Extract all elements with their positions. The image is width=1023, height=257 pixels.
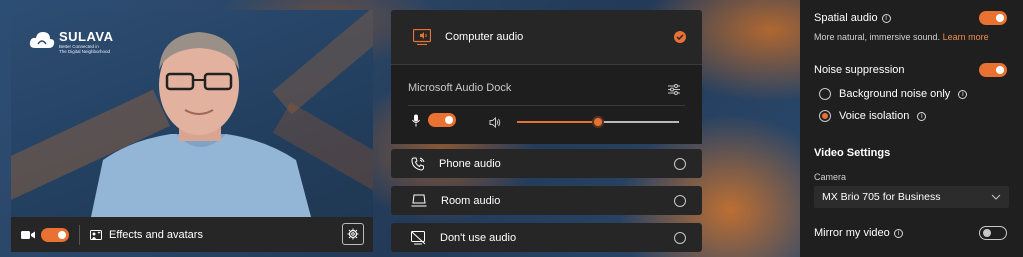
microphone-toggle[interactable]: [428, 113, 456, 127]
sulava-logo: SULAVA Better Connected in The Digital N…: [29, 30, 114, 54]
info-icon[interactable]: i: [893, 228, 903, 238]
device-settings-icon[interactable]: [668, 82, 680, 100]
computer-audio-icon: [413, 29, 431, 45]
mirror-video-row: Mirror my video i: [814, 226, 1007, 240]
camera-label: Camera: [814, 172, 847, 182]
video-settings-button[interactable]: [342, 223, 364, 245]
room-audio-option[interactable]: Room audio: [391, 186, 702, 215]
spatial-audio-toggle[interactable]: [979, 11, 1007, 25]
audio-device-panel: Microsoft Audio Dock: [391, 64, 702, 144]
effects-label: Effects and avatars: [109, 228, 203, 241]
speaker-icon: [489, 115, 501, 133]
info-icon[interactable]: i: [917, 111, 927, 121]
background-noise-radio[interactable]: [819, 88, 831, 100]
voice-isolation-option[interactable]: Voice isolation i: [819, 110, 927, 122]
speaker-volume-slider[interactable]: [517, 116, 679, 128]
computer-audio-card: Computer audio Microsoft Audio Dock: [391, 10, 702, 144]
cloud-logo-icon: [29, 32, 55, 48]
no-audio-icon: [411, 230, 426, 244]
background-noise-option[interactable]: Background noise only i: [819, 88, 968, 100]
logo-tagline: The Digital Neighborhood: [59, 49, 111, 54]
spatial-audio-row: Spatial audio i: [814, 11, 1007, 25]
computer-audio-label: Computer audio: [445, 31, 524, 43]
camera-select-value: MX Brio 705 for Business: [822, 191, 941, 203]
chevron-down-icon: [991, 194, 1001, 200]
slider-thumb[interactable]: [592, 116, 604, 128]
room-audio-label: Room audio: [441, 194, 501, 207]
selected-check-icon: [674, 31, 686, 43]
phone-audio-label: Phone audio: [439, 157, 501, 170]
room-audio-radio[interactable]: [674, 194, 686, 207]
voice-isolation-label: Voice isolation: [839, 110, 910, 122]
camera-select[interactable]: MX Brio 705 for Business: [814, 186, 1009, 208]
phone-audio-radio[interactable]: [674, 157, 686, 170]
divider: [79, 224, 80, 245]
divider: [408, 105, 685, 106]
noise-suppression-toggle[interactable]: [979, 63, 1007, 77]
video-controls-bar: Effects and avatars: [11, 217, 373, 252]
learn-more-link[interactable]: Learn more: [943, 32, 989, 42]
phone-icon: [411, 157, 425, 171]
mirror-video-label: Mirror my video: [814, 227, 890, 239]
computer-audio-option[interactable]: Computer audio: [391, 10, 702, 64]
spatial-audio-desc-text: More natural, immersive sound.: [814, 32, 941, 42]
logo-name: SULAVA: [59, 29, 114, 44]
noise-suppression-row: Noise suppression: [814, 63, 1007, 77]
device-settings-panel: Spatial audio i More natural, immersive …: [800, 0, 1023, 257]
gear-icon: [347, 228, 359, 240]
phone-audio-option[interactable]: Phone audio: [391, 149, 702, 178]
voice-isolation-radio[interactable]: [819, 110, 831, 122]
no-audio-label: Don't use audio: [440, 231, 517, 244]
info-icon[interactable]: i: [958, 89, 968, 99]
camera-icon: [21, 228, 35, 242]
microphone-icon: [412, 114, 420, 126]
no-audio-radio[interactable]: [674, 231, 686, 244]
spatial-audio-label: Spatial audio: [814, 12, 878, 24]
mirror-video-toggle[interactable]: [979, 226, 1007, 240]
no-audio-option[interactable]: Don't use audio: [391, 223, 702, 252]
background-noise-label: Background noise only: [839, 88, 951, 100]
video-preview: SULAVA Better Connected in The Digital N…: [11, 10, 373, 217]
info-icon[interactable]: i: [881, 13, 891, 23]
video-settings-heading: Video Settings: [814, 147, 891, 159]
effects-and-avatars-button[interactable]: Effects and avatars: [90, 229, 203, 241]
camera-toggle[interactable]: [41, 227, 69, 242]
audio-device-name: Microsoft Audio Dock: [408, 82, 512, 94]
room-audio-icon: [411, 194, 427, 207]
noise-suppression-label: Noise suppression: [814, 64, 905, 76]
effects-icon: [90, 229, 102, 240]
spatial-audio-description: More natural, immersive sound. Learn mor…: [814, 32, 989, 42]
